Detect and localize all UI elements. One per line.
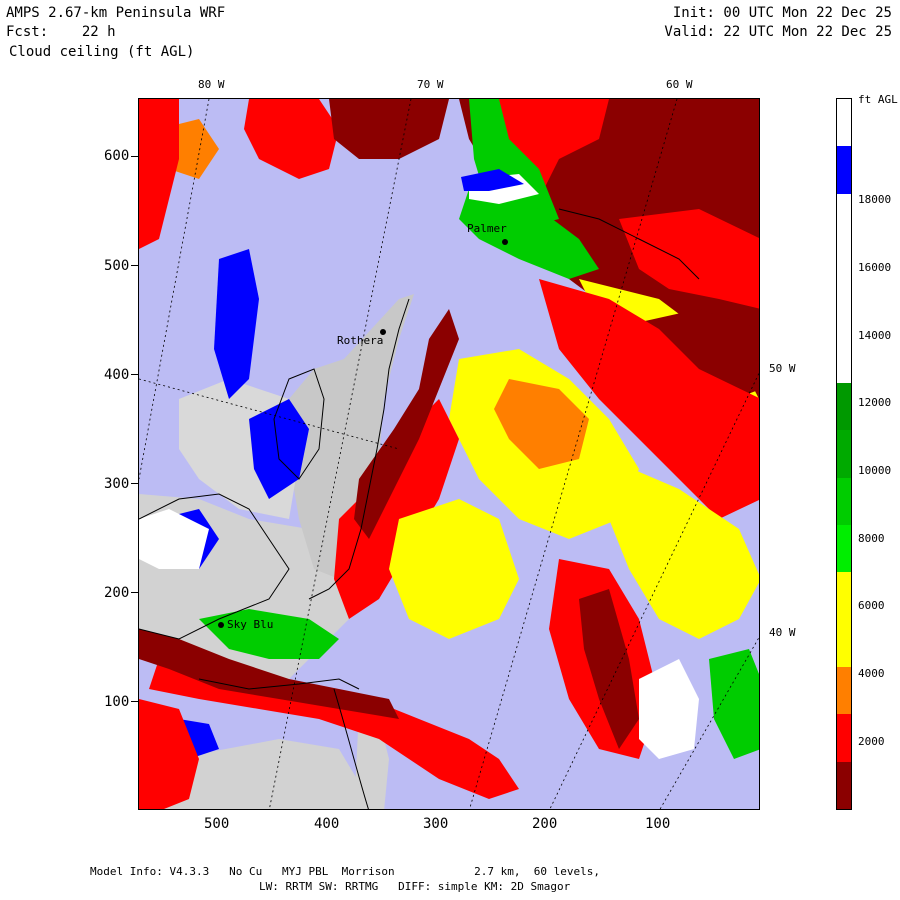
y-axis-tick bbox=[131, 592, 138, 593]
lon-label-60w: 60 W bbox=[666, 78, 693, 91]
y-tick-label: 500 bbox=[104, 258, 130, 274]
y-axis-tick bbox=[131, 156, 138, 157]
colorbar-band bbox=[837, 335, 851, 384]
model-info-line-1: Model Info: V4.3.3 No Cu MYJ PBL Morriso… bbox=[90, 865, 600, 878]
field-name: Cloud ceiling (ft AGL) bbox=[9, 44, 195, 60]
colorbar-label: 16000 bbox=[858, 261, 892, 274]
sky-blu-station-marker bbox=[218, 622, 224, 628]
colorbar-band bbox=[837, 525, 851, 573]
x-tick-label: 500 bbox=[204, 816, 230, 832]
forecast-map-page: AMPS 2.67-km Peninsula WRF Fcst: 22 h Cl… bbox=[0, 0, 900, 900]
colorbar-label: 12000 bbox=[858, 396, 892, 409]
forecast-hour: Fcst: 22 h bbox=[6, 24, 116, 40]
y-tick-label: 600 bbox=[104, 148, 130, 164]
cloud-red-northwest bbox=[244, 99, 339, 179]
colorbar-band bbox=[837, 761, 851, 809]
y-tick-label: 300 bbox=[104, 476, 130, 492]
model-info-line-2: LW: RRTM SW: RRTMG DIFF: simple KM: 2D S… bbox=[259, 880, 571, 893]
lon-label-70w: 70 W bbox=[417, 78, 444, 91]
colorbar-unit-label: ft AGL bbox=[858, 93, 898, 106]
colorbar-band bbox=[837, 667, 851, 715]
colorbar-band bbox=[837, 477, 851, 526]
colorbar-label: 4000 bbox=[858, 667, 885, 680]
colorbar-band bbox=[837, 430, 851, 479]
x-tick-label: 400 bbox=[314, 816, 340, 832]
colorbar-label: 6000 bbox=[858, 599, 885, 612]
cloud-dark-red-northwest bbox=[329, 99, 449, 159]
cloud-yellow-south-center bbox=[389, 499, 519, 639]
map-graphic bbox=[139, 99, 759, 809]
colorbar-band bbox=[837, 99, 851, 147]
colorbar-band bbox=[837, 619, 851, 668]
y-tick-label: 400 bbox=[104, 367, 130, 383]
x-tick-label: 300 bbox=[423, 816, 449, 832]
product-title: AMPS 2.67-km Peninsula WRF bbox=[6, 5, 226, 21]
station-label-rothera: Rothera bbox=[337, 334, 384, 347]
lon-label-80w: 80 W bbox=[198, 78, 225, 91]
lon-label-40w: 40 W bbox=[769, 626, 796, 639]
y-axis-tick bbox=[131, 265, 138, 266]
colorbar-label: 18000 bbox=[858, 193, 892, 206]
init-time: Init: 00 UTC Mon 22 Dec 25 bbox=[672, 5, 892, 21]
colorbar-band bbox=[837, 383, 851, 431]
colorbar-label: 14000 bbox=[858, 329, 892, 342]
colorbar-band bbox=[837, 241, 851, 289]
colorbar-label: 2000 bbox=[858, 735, 885, 748]
x-tick-label: 100 bbox=[645, 816, 671, 832]
colorbar-band bbox=[837, 288, 851, 337]
y-axis-tick bbox=[131, 483, 138, 484]
station-label-palmer: Palmer bbox=[467, 222, 507, 235]
cloud-green-far-southeast bbox=[709, 649, 759, 759]
colorbar-band bbox=[837, 714, 851, 763]
y-axis-tick bbox=[131, 701, 138, 702]
y-axis-tick bbox=[131, 374, 138, 375]
colorbar-band bbox=[837, 146, 851, 195]
colorbar-band bbox=[837, 193, 851, 242]
colorbar-label: 10000 bbox=[858, 464, 892, 477]
y-tick-label: 200 bbox=[104, 585, 130, 601]
colorbar-band bbox=[837, 572, 851, 621]
station-label-sky-blu: Sky Blu bbox=[227, 618, 274, 631]
cloud-red-west-edge bbox=[139, 99, 179, 249]
valid-time: Valid: 22 UTC Mon 22 Dec 25 bbox=[664, 24, 892, 40]
colorbar bbox=[836, 98, 852, 810]
cloud-red-bottom-left bbox=[139, 699, 199, 809]
x-tick-label: 200 bbox=[532, 816, 558, 832]
cloud-ceiling-map: Palmer Rothera Sky Blu bbox=[138, 98, 760, 810]
palmer-station-marker bbox=[502, 239, 508, 245]
cloud-blue-west-1 bbox=[214, 249, 259, 399]
colorbar-label: 8000 bbox=[858, 532, 885, 545]
y-tick-label: 100 bbox=[104, 694, 130, 710]
lon-label-50w: 50 W bbox=[769, 362, 796, 375]
